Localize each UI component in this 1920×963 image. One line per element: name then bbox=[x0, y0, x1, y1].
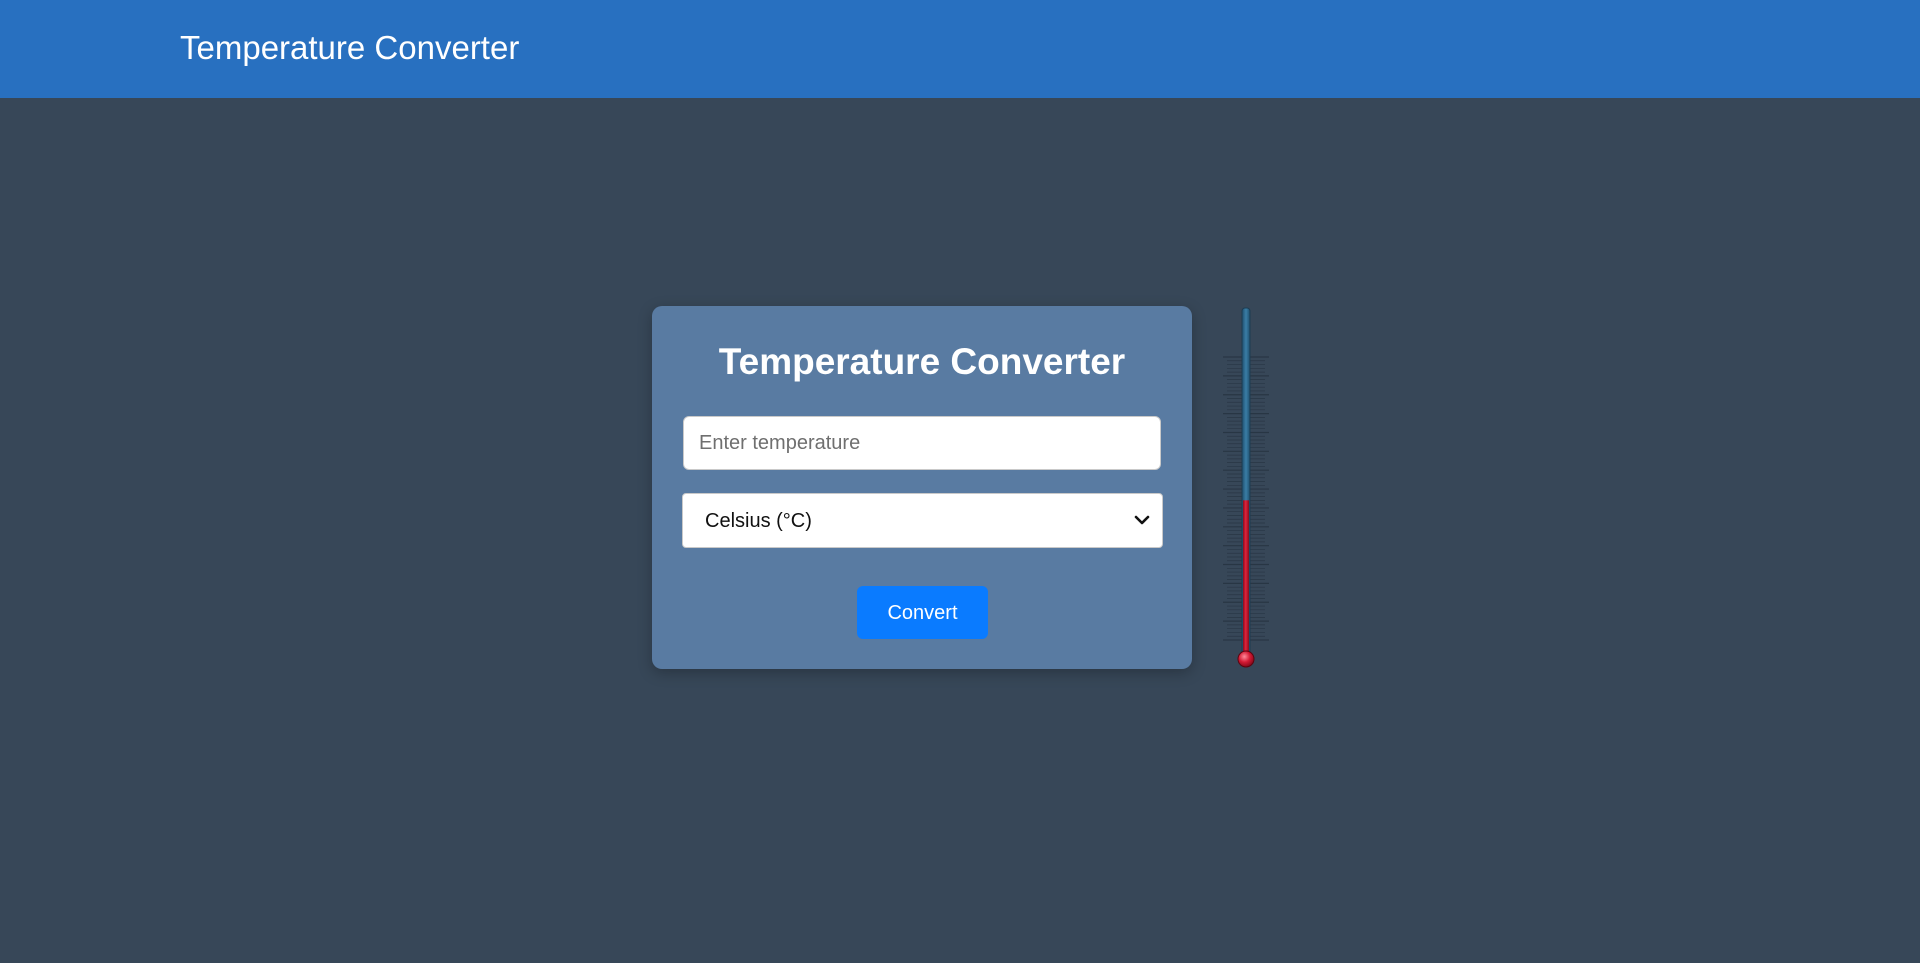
temperature-input[interactable] bbox=[683, 416, 1161, 470]
converter-title: Temperature Converter bbox=[718, 341, 1126, 382]
thermometer-icon bbox=[1223, 307, 1269, 668]
top-navbar: Temperature Converter bbox=[0, 0, 1920, 98]
unit-select-value: Celsius (°C) bbox=[705, 510, 812, 532]
thermometer-mercury bbox=[1243, 500, 1249, 656]
app-title: Temperature Converter bbox=[180, 29, 520, 66]
converter-card: Temperature Converter Celsius (°C) Conve… bbox=[652, 306, 1192, 669]
unit-select[interactable]: Celsius (°C) bbox=[682, 493, 1163, 548]
convert-button[interactable]: Convert bbox=[857, 586, 988, 639]
chevron-down-icon bbox=[1134, 515, 1150, 525]
thermometer-bulb bbox=[1237, 650, 1255, 668]
